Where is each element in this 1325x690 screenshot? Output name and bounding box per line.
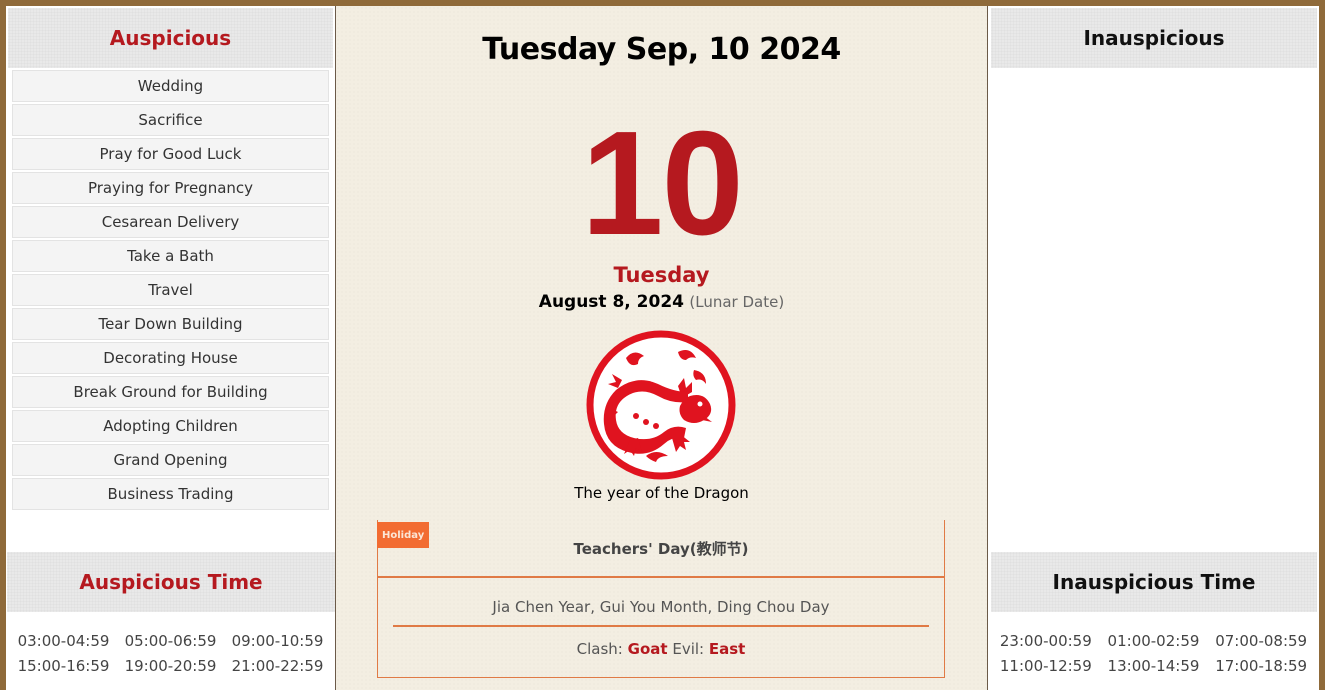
auspicious-column: Auspicious Wedding Sacrifice Pray for Go… (6, 6, 336, 690)
inauspicious-column: Inauspicious Inauspicious Time 23:00-00:… (988, 6, 1319, 690)
time-slot: 01:00-02:59 (1107, 632, 1200, 650)
time-slot: 15:00-16:59 (17, 657, 110, 675)
time-slot: 03:00-04:59 (17, 632, 110, 650)
clash-label: Clash: (576, 640, 623, 658)
auspicious-item[interactable]: Business Trading (12, 478, 329, 510)
inauspicious-time-heading: Inauspicious Time (991, 552, 1317, 612)
evil-label: Evil: (672, 640, 705, 658)
lunar-date-value: August 8, 2024 (538, 292, 684, 312)
time-slot: 09:00-10:59 (231, 632, 324, 650)
inauspicious-list (988, 68, 1319, 70)
auspicious-item[interactable]: Travel (12, 274, 329, 306)
inauspicious-time-section: Inauspicious Time 23:00-00:59 01:00-02:5… (988, 552, 1319, 675)
lunar-date: August 8, 2024 (Lunar Date) (336, 292, 987, 312)
weekday-label: Tuesday (613, 263, 710, 287)
time-slot: 21:00-22:59 (231, 657, 324, 675)
auspicious-item[interactable]: Tear Down Building (12, 308, 329, 340)
auspicious-item[interactable]: Decorating House (12, 342, 329, 374)
auspicious-item[interactable]: Take a Bath (12, 240, 329, 272)
evil-value: East (708, 640, 746, 658)
time-slot: 19:00-20:59 (124, 657, 217, 675)
auspicious-item[interactable]: Adopting Children (12, 410, 329, 442)
ganzhi-text: Jia Chen Year, Gui You Month, Ding Chou … (492, 598, 830, 616)
auspicious-item[interactable]: Praying for Pregnancy (12, 172, 329, 204)
time-slot: 17:00-18:59 (1215, 657, 1308, 675)
auspicious-heading: Auspicious (8, 8, 333, 68)
clash-value: Goat (627, 640, 668, 658)
time-slot: 13:00-14:59 (1107, 657, 1200, 675)
auspicious-item[interactable]: Cesarean Delivery (12, 206, 329, 238)
divider (377, 576, 945, 578)
zodiac-caption: The year of the Dragon (574, 484, 749, 502)
day-number: 10 (581, 101, 744, 266)
auspicious-item[interactable]: Break Ground for Building (12, 376, 329, 408)
time-slot: 23:00-00:59 (999, 632, 1092, 650)
dragon-papercut-icon (586, 330, 736, 480)
lunar-date-note: (Lunar Date) (689, 293, 785, 311)
almanac-frame: Auspicious Wedding Sacrifice Pray for Go… (6, 6, 1319, 690)
auspicious-time-heading: Auspicious Time (7, 552, 335, 612)
clash-evil-line: Clash: Goat Evil: East (378, 640, 944, 658)
day-detail-column: Tuesday Sep, 10 2024 10 Tuesday August 8… (336, 6, 988, 690)
auspicious-item[interactable]: Pray for Good Luck (12, 138, 329, 170)
time-slot: 11:00-12:59 (999, 657, 1092, 675)
auspicious-time-section: Auspicious Time 03:00-04:59 05:00-06:59 … (6, 552, 335, 675)
time-slot: 05:00-06:59 (124, 632, 217, 650)
inauspicious-heading: Inauspicious (991, 8, 1317, 68)
date-title: Tuesday Sep, 10 2024 (482, 32, 841, 67)
auspicious-item[interactable]: Wedding (12, 70, 329, 102)
divider (393, 625, 929, 627)
time-slot: 07:00-08:59 (1215, 632, 1308, 650)
day-info-box: Holiday Teachers' Day(教师节) Jia Chen Year… (377, 520, 945, 678)
auspicious-time-grid: 03:00-04:59 05:00-06:59 09:00-10:59 15:0… (6, 612, 335, 675)
holiday-name[interactable]: Teachers' Day(教师节) (378, 538, 944, 559)
inauspicious-time-grid: 23:00-00:59 01:00-02:59 07:00-08:59 11:0… (988, 612, 1319, 675)
auspicious-item[interactable]: Sacrifice (12, 104, 329, 136)
auspicious-list: Wedding Sacrifice Pray for Good Luck Pra… (6, 68, 335, 510)
auspicious-item[interactable]: Grand Opening (12, 444, 329, 476)
